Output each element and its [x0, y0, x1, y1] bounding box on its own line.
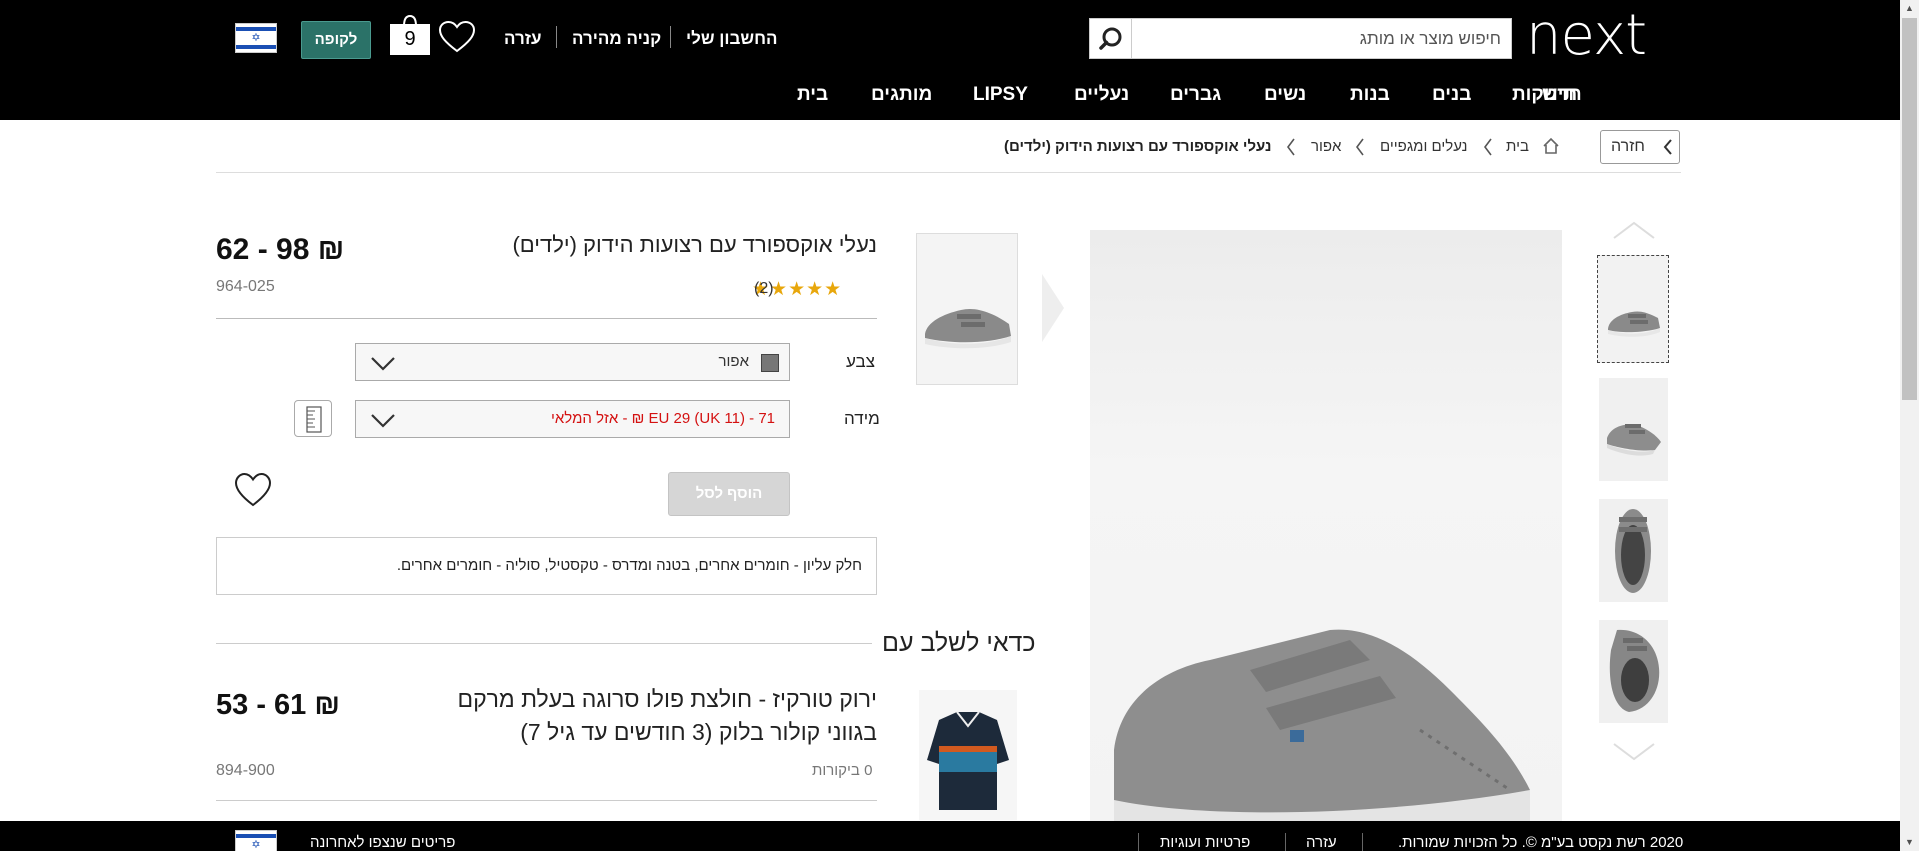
star-of-david-icon: ✡ — [251, 32, 261, 44]
divider — [1285, 833, 1286, 851]
shoe-image — [1598, 256, 1668, 362]
divider — [216, 318, 877, 319]
nav-brands[interactable]: מותגים — [871, 80, 932, 110]
search-button[interactable] — [1090, 19, 1132, 58]
size-value: 71 - EU 29 (UK 11) ₪ - אזל המלאי — [550, 410, 775, 427]
checkout-button[interactable]: לקופה — [301, 21, 371, 59]
nav-lipsy[interactable]: LIPSY — [973, 80, 1028, 110]
recently-viewed-link[interactable]: פריטים שנצפו לאחרונה — [310, 833, 455, 851]
star-of-david-icon: ✡ — [251, 839, 261, 851]
chevron-left-icon — [1287, 138, 1295, 156]
back-label: חזרה — [1611, 138, 1645, 155]
bag-count: 9 — [390, 24, 430, 55]
search-box — [1089, 18, 1512, 59]
heart-icon — [234, 472, 272, 507]
gallery-prev-arrow-icon[interactable] — [1038, 272, 1066, 344]
shoe-image — [917, 234, 1017, 384]
help-link[interactable]: עזרה — [504, 26, 542, 52]
ruler-icon — [306, 406, 322, 433]
complete-the-look-title: כדאי לשלב עם — [882, 629, 1036, 657]
thumb-down-arrow-icon[interactable] — [1612, 742, 1656, 762]
nav-shoes[interactable]: נעליים — [1074, 80, 1129, 110]
thumbnail-3[interactable] — [1599, 499, 1668, 602]
chevron-down-icon — [371, 414, 395, 428]
site-footer: פריטים שנצפו לאחרונה פרטיות ועוגיות עזרה… — [0, 821, 1900, 851]
breadcrumb-shoes-boots[interactable]: נעלים ומגפיים — [1380, 135, 1468, 159]
related-product-title[interactable]: ירוק טורקיז - חולצת פולו סרוגה בעלת מרקם… — [407, 683, 877, 749]
thumbnail-2[interactable] — [1599, 378, 1668, 481]
shopping-bag-button[interactable]: 9 — [389, 15, 431, 55]
add-to-bag-button[interactable]: הוסף לסל — [668, 472, 790, 516]
shoe-image — [1599, 620, 1668, 723]
product-price: 62 - 98 ₪ — [216, 233, 345, 266]
next-logo[interactable]: next — [1526, 8, 1674, 64]
divider — [556, 26, 557, 48]
shoe-image — [1599, 378, 1668, 481]
search-icon — [1098, 27, 1121, 50]
footer-help-link[interactable]: עזרה — [1306, 833, 1337, 851]
composition-text: חלק עליון - חומרים אחרים, בטנה ומדרס - ט… — [216, 537, 877, 595]
shoe-image — [1599, 499, 1668, 602]
back-button[interactable]: חזרה — [1600, 130, 1680, 164]
selected-colour-image[interactable] — [916, 233, 1018, 385]
size-select[interactable]: 71 - EU 29 (UK 11) ₪ - אזל המלאי — [355, 400, 790, 438]
nav-baby[interactable]: תינוקות — [1512, 80, 1577, 110]
nav-girls[interactable]: בנות — [1350, 80, 1390, 110]
footer-israel-flag-icon[interactable]: ✡ — [235, 830, 277, 851]
thumbnail-4[interactable] — [1599, 620, 1668, 723]
product-code: 964-025 — [216, 278, 275, 295]
colour-swatch — [761, 354, 779, 372]
divider — [1138, 833, 1139, 851]
nav-women[interactable]: נשים — [1264, 80, 1306, 110]
breadcrumb-home[interactable]: בית — [1506, 135, 1529, 159]
divider — [216, 172, 1681, 173]
size-label: מידה — [844, 409, 880, 428]
breadcrumb-grey[interactable]: אפור — [1311, 135, 1341, 159]
size-guide-button[interactable] — [294, 400, 332, 437]
review-count[interactable]: (2) — [754, 278, 774, 300]
scroll-down-icon[interactable]: ▼ — [1900, 834, 1919, 851]
chevron-left-icon — [1663, 139, 1672, 155]
related-product-price: 53 - 61 ₪ — [216, 689, 340, 721]
chevron-left-icon — [1356, 138, 1364, 156]
divider — [216, 800, 877, 801]
nav-home[interactable]: בית — [797, 80, 828, 110]
home-icon[interactable] — [1542, 137, 1560, 155]
divider — [216, 643, 872, 644]
heart-icon — [438, 20, 476, 53]
divider — [670, 26, 671, 48]
privacy-link[interactable]: פרטיות ועוגיות — [1160, 833, 1250, 851]
copyright-text: 2020 רשת נקסט בע"מ ©. כל הזכויות שמורות. — [1398, 834, 1684, 851]
chevron-down-icon — [371, 357, 395, 371]
quick-buy-link[interactable]: קניה מהירה — [572, 26, 661, 52]
chevron-left-icon — [1484, 138, 1492, 156]
scroll-up-icon[interactable]: ▲ — [1900, 0, 1919, 17]
related-product-reviews[interactable]: 0 ביקורות — [812, 762, 872, 779]
polo-shirt-image — [919, 690, 1017, 820]
israel-flag-icon[interactable]: ✡ — [235, 23, 277, 53]
main-product-image[interactable] — [1090, 230, 1562, 821]
site-header: next החשבון שלי קניה מהירה עזרה 9 לקופה … — [0, 0, 1900, 120]
shoe-image — [1114, 629, 1530, 821]
nav-men[interactable]: גברים — [1170, 80, 1221, 110]
product-title: נעלי אוקספורד עם רצועות הידוק (ילדים) — [512, 232, 877, 257]
wishlist-button[interactable] — [437, 20, 477, 54]
search-input[interactable] — [1141, 19, 1501, 58]
scrollbar-thumb[interactable] — [1902, 18, 1917, 400]
colour-value: אפור — [718, 353, 749, 370]
thumb-up-arrow-icon[interactable] — [1612, 220, 1656, 240]
my-account-link[interactable]: החשבון שלי — [686, 26, 777, 52]
add-to-wishlist-button[interactable] — [233, 472, 273, 508]
nav-boys[interactable]: בנים — [1432, 80, 1471, 110]
thumbnail-1[interactable] — [1597, 255, 1669, 363]
colour-label: צבע — [846, 352, 875, 371]
breadcrumb-current: נעלי אוקספורד עם רצועות הידוק (ילדים) — [1004, 138, 1272, 155]
colour-select[interactable]: אפור — [355, 343, 790, 381]
related-product-code: 894-900 — [216, 762, 275, 779]
related-product-image[interactable] — [919, 690, 1017, 820]
divider — [1362, 833, 1363, 851]
